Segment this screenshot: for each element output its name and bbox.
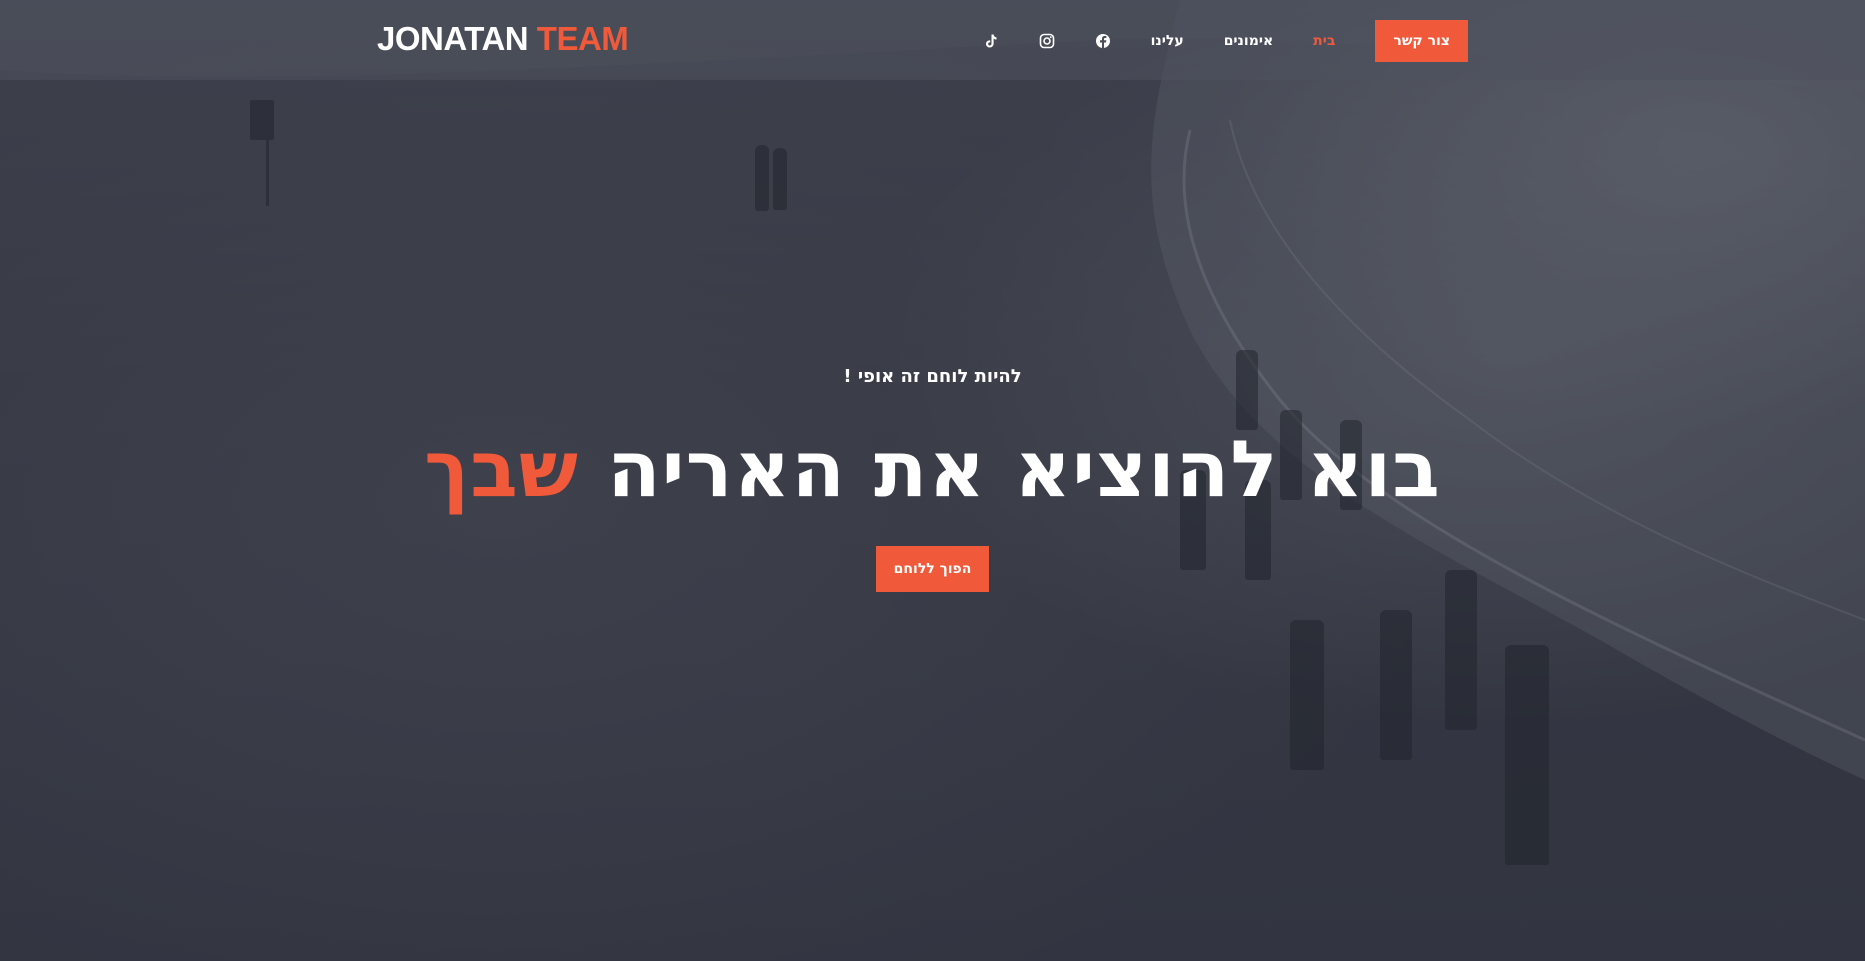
facebook-icon[interactable] [1095,33,1111,49]
hero-headline-main: בוא להוציא את האריה [578,425,1441,515]
nav-item-about[interactable]: עלינו [1151,33,1184,49]
main-nav: צור קשר בית אימונים עלינו [983,20,1468,62]
nav-item-home[interactable]: בית [1313,33,1335,49]
site-header: JONATAN TEAM צור קשר בית אימונים עלינו [0,0,1865,80]
hero-subtitle: להיות לוחם זה אופי ! [843,366,1022,387]
logo-word-jonatan: JONATAN [377,20,529,57]
nav-item-trainings[interactable]: אימונים [1224,33,1273,49]
hero-headline-accent: שבך [424,425,579,515]
become-warrior-button[interactable]: הפוך ללוחם [876,546,989,592]
logo-word-team: TEAM [536,20,629,57]
contact-button[interactable]: צור קשר [1375,20,1468,62]
site-logo[interactable]: JONATAN TEAM [377,18,629,60]
tiktok-icon[interactable] [983,33,999,49]
hero-headline: בוא להוציא את האריה שבך [0,425,1865,515]
instagram-icon[interactable] [1039,33,1055,49]
